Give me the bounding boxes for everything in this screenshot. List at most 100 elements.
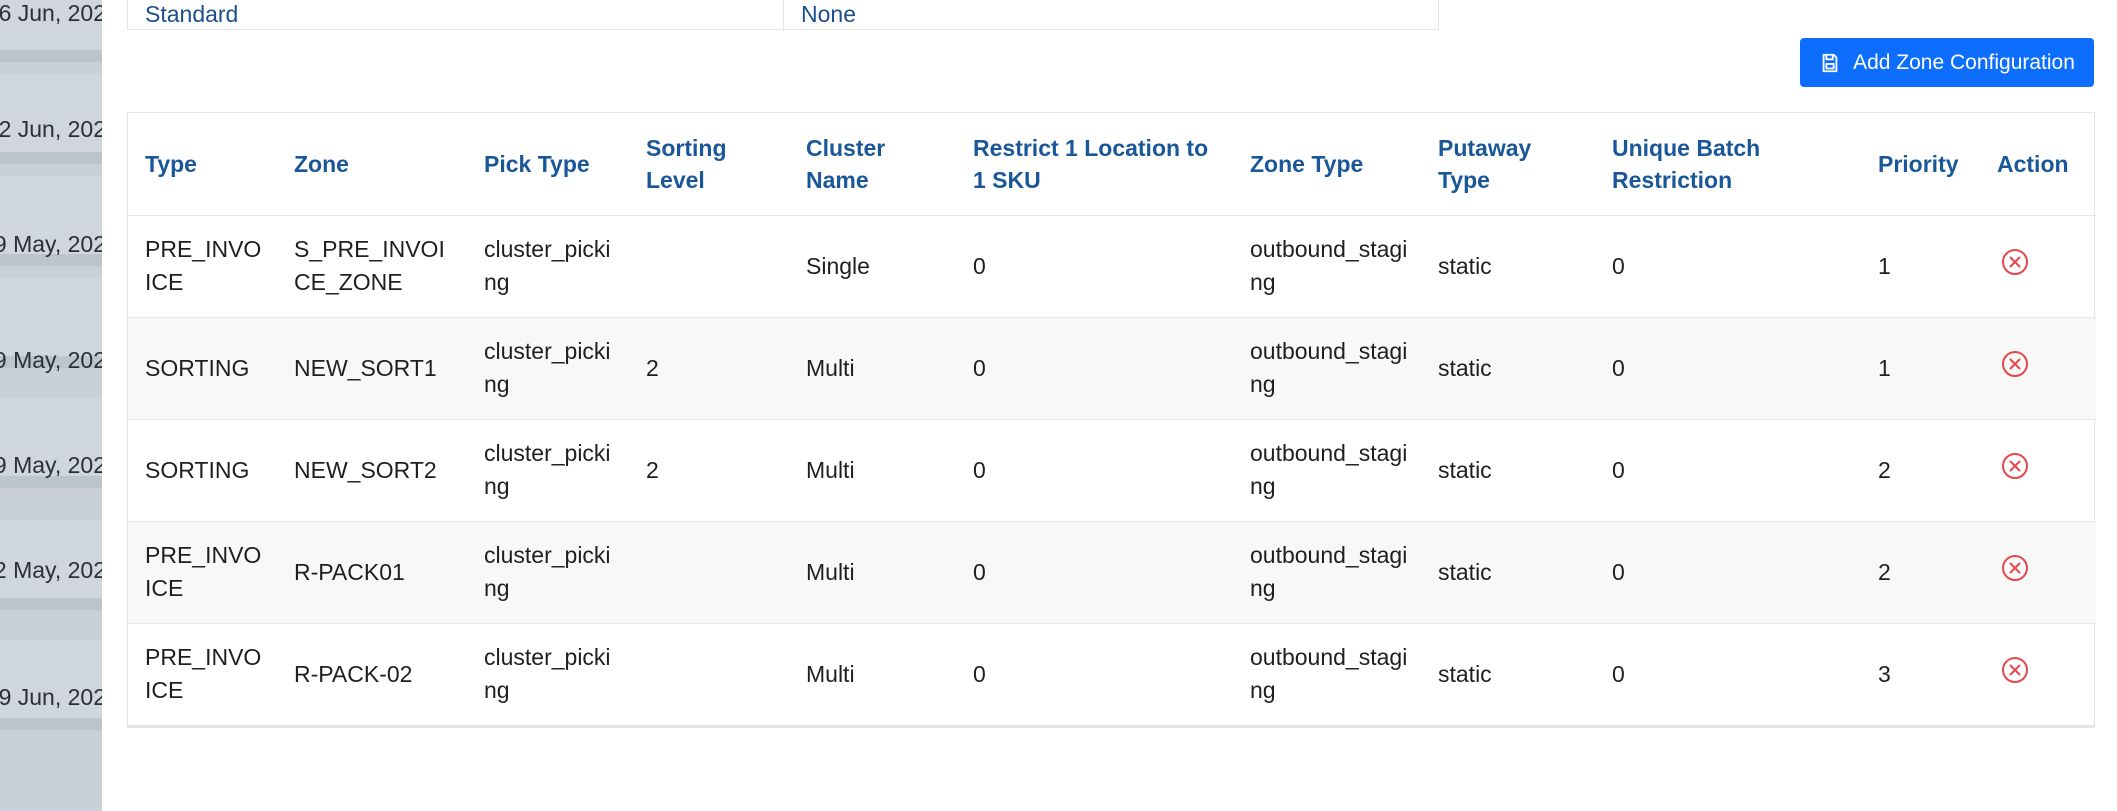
cell-zone: R-PACK-02 <box>277 623 467 726</box>
cell-priority: 2 <box>1861 521 1980 624</box>
background-row: 9 May, 202 <box>0 398 102 488</box>
background-date: 2 May, 202 <box>0 557 102 583</box>
remove-circle-icon[interactable] <box>2000 553 2030 583</box>
header-pick-type[interactable]: Pick Type <box>467 113 629 216</box>
cell-action <box>1980 215 2096 318</box>
cell-priority: 1 <box>1861 317 1980 420</box>
background-row: 2 May, 202 <box>0 520 102 610</box>
cell-sorting-level <box>629 623 789 726</box>
background-row: 9 Jun, 202 <box>0 640 102 730</box>
cell-sorting-level <box>629 215 789 318</box>
add-zone-configuration-label: Add Zone Configuration <box>1853 50 2075 74</box>
cell-unique-batch: 0 <box>1595 215 1861 318</box>
background-row: 2 Jun, 202 <box>0 74 102 164</box>
background-date: 6 Jun, 202 <box>0 0 102 26</box>
save-icon <box>1822 53 1838 72</box>
header-priority[interactable]: Priority <box>1861 113 1980 216</box>
cell-unique-batch: 0 <box>1595 317 1861 420</box>
header-unique-batch[interactable]: Unique Batch Restriction <box>1595 113 1861 216</box>
cell-zone-type: outbound_staging <box>1233 419 1421 522</box>
table-header-row: Type Zone Pick Type Sorting Level Cluste… <box>128 113 2096 216</box>
header-type[interactable]: Type <box>128 113 277 216</box>
header-zone[interactable]: Zone <box>277 113 467 216</box>
cell-restrict: 0 <box>956 317 1233 420</box>
cell-zone: S_PRE_INVOICE_ZONE <box>277 215 467 318</box>
header-sorting-level[interactable]: Sorting Level <box>629 113 789 216</box>
background-date: 9 May, 202 <box>0 452 102 478</box>
cell-action <box>1980 623 2096 726</box>
cell-priority: 3 <box>1861 623 1980 726</box>
cell-type: SORTING <box>128 317 277 420</box>
table-row: PRE_INVOICE R-PACK01 cluster_picking Mul… <box>128 521 2096 624</box>
background-date: 9 Jun, 202 <box>0 684 102 710</box>
cell-putaway-type: static <box>1421 419 1595 522</box>
cell-priority: 2 <box>1861 419 1980 522</box>
cell-cluster-name: Multi <box>789 317 956 420</box>
header-cluster-name[interactable]: Cluster Name <box>789 113 956 216</box>
cell-pick-type: cluster_picking <box>467 521 629 624</box>
cell-restrict: 0 <box>956 215 1233 318</box>
zone-configuration-table: Type Zone Pick Type Sorting Level Cluste… <box>127 112 2096 728</box>
cell-putaway-type: static <box>1421 521 1595 624</box>
cell-putaway-type: static <box>1421 317 1595 420</box>
cell-restrict: 0 <box>956 521 1233 624</box>
header-restrict-location[interactable]: Restrict 1 Location to 1 SKU <box>956 113 1233 216</box>
table-row: PRE_INVOICE S_PRE_INVOICE_ZONE cluster_p… <box>128 215 2096 318</box>
cell-sorting-level <box>629 521 789 624</box>
cell-unique-batch: 0 <box>1595 623 1861 726</box>
background-list: 6 Jun, 202 2 Jun, 202 9 May, 202 9 May, … <box>0 0 102 811</box>
cell-putaway-type: static <box>1421 623 1595 726</box>
cell-type: PRE_INVOICE <box>128 521 277 624</box>
restriction-value: None <box>801 1 856 27</box>
cell-restrict: 0 <box>956 419 1233 522</box>
cell-type: PRE_INVOICE <box>128 215 277 318</box>
cell-unique-batch: 0 <box>1595 419 1861 522</box>
cell-unique-batch: 0 <box>1595 521 1861 624</box>
table-row: SORTING NEW_SORT2 cluster_picking 2 Mult… <box>128 419 2096 522</box>
header-zone-type[interactable]: Zone Type <box>1233 113 1421 216</box>
cell-zone-type: outbound_staging <box>1233 215 1421 318</box>
remove-circle-icon[interactable] <box>2000 451 2030 481</box>
header-putaway-type[interactable]: Putaway Type <box>1421 113 1595 216</box>
card-divider <box>783 0 784 31</box>
cell-zone: NEW_SORT2 <box>277 419 467 522</box>
cell-pick-type: cluster_picking <box>467 317 629 420</box>
cell-action <box>1980 419 2096 522</box>
strategy-info-card: Standard None <box>127 0 1439 31</box>
table-row: PRE_INVOICE R-PACK-02 cluster_picking Mu… <box>128 623 2096 726</box>
strategy-value: Standard <box>145 1 239 27</box>
cell-zone: NEW_SORT1 <box>277 317 467 420</box>
cell-sorting-level: 2 <box>629 317 789 420</box>
background-date: 2 Jun, 202 <box>0 116 102 142</box>
cell-putaway-type: static <box>1421 215 1595 318</box>
cell-pick-type: cluster_picking <box>467 215 629 318</box>
cell-zone-type: outbound_staging <box>1233 317 1421 420</box>
cell-action <box>1980 317 2096 420</box>
add-zone-configuration-button[interactable]: Add Zone Configuration <box>1800 38 2094 87</box>
cell-cluster-name: Multi <box>789 419 956 522</box>
remove-circle-icon[interactable] <box>2000 349 2030 379</box>
cell-type: SORTING <box>128 419 277 522</box>
cell-cluster-name: Multi <box>789 521 956 624</box>
cell-type: PRE_INVOICE <box>128 623 277 726</box>
background-row: 9 May, 202 <box>0 176 102 266</box>
background-date: 9 May, 202 <box>0 231 102 257</box>
cell-pick-type: cluster_picking <box>467 623 629 726</box>
remove-circle-icon[interactable] <box>2000 655 2030 685</box>
background-date: 9 May, 202 <box>0 347 102 373</box>
cell-priority: 1 <box>1861 215 1980 318</box>
table-row: SORTING NEW_SORT1 cluster_picking 2 Mult… <box>128 317 2096 420</box>
cell-zone-type: outbound_staging <box>1233 521 1421 624</box>
remove-circle-icon[interactable] <box>2000 247 2030 277</box>
cell-zone: R-PACK01 <box>277 521 467 624</box>
cell-cluster-name: Single <box>789 215 956 318</box>
header-action: Action <box>1980 113 2096 216</box>
cell-action <box>1980 521 2096 624</box>
cell-cluster-name: Multi <box>789 623 956 726</box>
background-row: 9 May, 202 <box>0 278 102 373</box>
cell-zone-type: outbound_staging <box>1233 623 1421 726</box>
background-row: 6 Jun, 202 <box>0 0 102 62</box>
cell-pick-type: cluster_picking <box>467 419 629 522</box>
cell-sorting-level: 2 <box>629 419 789 522</box>
cell-restrict: 0 <box>956 623 1233 726</box>
